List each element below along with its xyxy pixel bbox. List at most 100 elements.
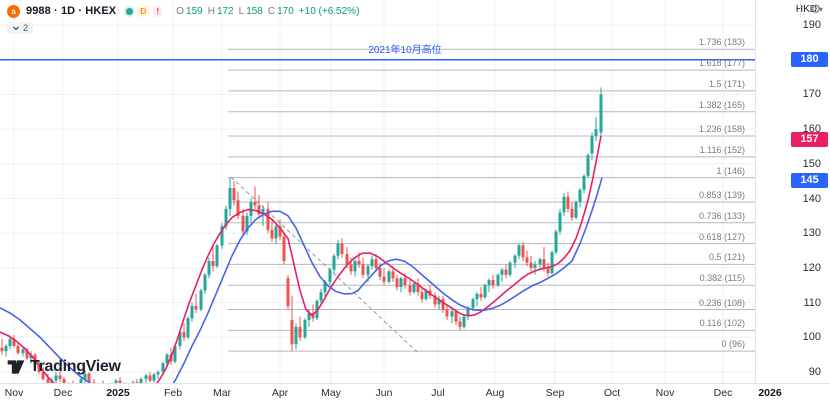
- time-axis-label: Sep: [546, 387, 565, 399]
- candle-body: [522, 245, 525, 257]
- price-axis-badge: 180: [791, 52, 828, 67]
- ma-fast-red[interactable]: [0, 136, 601, 383]
- candle-body: [153, 374, 156, 380]
- fib-level-label: 0.236 (108): [699, 298, 745, 308]
- candle-body: [212, 261, 215, 266]
- time-axis-label: Jun: [376, 387, 393, 399]
- symbol-title[interactable]: 9988 · 1D · HKEX: [26, 5, 116, 17]
- candle-body: [295, 327, 298, 344]
- price-axis-tick: 170: [803, 88, 821, 100]
- candle-body: [571, 209, 574, 218]
- price-axis-tick: 120: [803, 262, 821, 274]
- candle-body: [9, 339, 12, 346]
- time-axis-label: Nov: [5, 387, 24, 399]
- candle-body: [1, 348, 4, 351]
- candle-body: [5, 346, 8, 351]
- price-axis-tick: 110: [803, 297, 821, 309]
- delayed-data-badge[interactable]: D: [137, 6, 149, 17]
- candle-body: [476, 294, 479, 299]
- candle-body: [492, 280, 495, 285]
- candle-body: [497, 275, 500, 285]
- candle-body: [216, 245, 219, 266]
- candle-body: [501, 270, 504, 275]
- gear-icon[interactable]: ⚙: [811, 3, 822, 15]
- time-axis[interactable]: NovDec2025FebMarAprMayJunJulAugSepOctNov…: [0, 383, 830, 401]
- candle-body: [371, 259, 374, 266]
- indicators-count: 2: [23, 23, 28, 33]
- candle-body: [291, 320, 294, 344]
- candle-body: [229, 188, 232, 209]
- chart-legend: a 9988 · 1D · HKEX D ! O 159 H 172 L 158…: [7, 4, 359, 37]
- symbol-logo-icon: a: [7, 5, 20, 18]
- time-axis-label: Dec: [54, 387, 73, 399]
- candle-body: [446, 310, 449, 317]
- candle-body: [591, 136, 594, 153]
- alert-badge[interactable]: !: [153, 6, 162, 17]
- fib-level-label: 1.736 (183): [699, 37, 745, 47]
- close-label: C: [268, 6, 275, 17]
- time-axis-label: Nov: [656, 387, 675, 399]
- fib-level-label: 1 (146): [716, 166, 745, 176]
- candle-body: [329, 270, 332, 282]
- fib-level-label: 1.382 (165): [699, 100, 745, 110]
- price-axis-tick: 150: [803, 158, 821, 170]
- candle-body: [358, 261, 361, 264]
- time-axis-label: Oct: [604, 387, 620, 399]
- chart-pane[interactable]: a 9988 · 1D · HKEX D ! O 159 H 172 L 158…: [0, 0, 755, 383]
- fib-level-label: 0.618 (127): [699, 232, 745, 242]
- candle-body: [484, 285, 487, 297]
- candle-body: [579, 190, 582, 202]
- ma-slow-blue[interactable]: [0, 178, 602, 383]
- candle-body: [518, 245, 521, 255]
- fib-level-label: 1.116 (152): [700, 145, 745, 155]
- tradingview-watermark[interactable]: TradingView: [6, 357, 121, 377]
- candle-body: [149, 375, 152, 380]
- candle-body: [242, 216, 245, 232]
- candle-body: [233, 188, 236, 200]
- candle-body: [354, 261, 357, 271]
- candle-body: [488, 280, 491, 285]
- time-axis-label: May: [321, 387, 341, 399]
- open-label: O: [176, 6, 184, 17]
- candle-body: [480, 294, 483, 297]
- market-status-dot-icon[interactable]: [126, 8, 133, 15]
- candle-body: [157, 372, 160, 374]
- price-axis[interactable]: HKD ▾ 1901701601501401301201101009018015…: [755, 0, 830, 383]
- candle-body: [333, 256, 336, 270]
- candle-body: [337, 244, 340, 256]
- candle-body: [383, 277, 386, 282]
- candle-body: [472, 299, 475, 308]
- candle-body: [187, 318, 190, 337]
- candle-body: [200, 290, 203, 309]
- candle-body: [583, 176, 586, 190]
- candle-body: [421, 292, 424, 299]
- time-axis-label: 2026: [758, 387, 781, 399]
- candle-body: [409, 285, 412, 292]
- candle-body: [400, 278, 403, 287]
- candle-body: [299, 327, 302, 337]
- fib-level-label: 0.736 (133): [699, 211, 745, 221]
- candle-body: [539, 259, 542, 264]
- candle-body: [595, 129, 598, 136]
- candle-body: [350, 264, 353, 271]
- candle-body: [505, 270, 508, 275]
- candle-body: [396, 278, 399, 287]
- candle-body: [304, 320, 307, 337]
- time-axis-label: Mar: [213, 387, 231, 399]
- price-axis-badge: 157: [791, 132, 828, 147]
- candle-body: [404, 278, 407, 285]
- chevron-down-icon: [12, 24, 20, 32]
- candle-body: [183, 332, 186, 337]
- candle-body: [362, 264, 365, 274]
- candle-body: [534, 264, 537, 267]
- candlestick-chart[interactable]: [0, 0, 755, 383]
- candle-body: [543, 259, 546, 268]
- candle-body: [459, 322, 462, 327]
- candle-body: [563, 197, 566, 213]
- indicators-collapse-button[interactable]: 2: [7, 22, 33, 34]
- fib-level-label: 0 (96): [721, 339, 745, 349]
- price-axis-tick: 140: [803, 193, 821, 205]
- candlestick-series: [1, 87, 603, 383]
- axis-settings-corner: ⚙: [800, 0, 830, 18]
- candle-body: [367, 266, 370, 275]
